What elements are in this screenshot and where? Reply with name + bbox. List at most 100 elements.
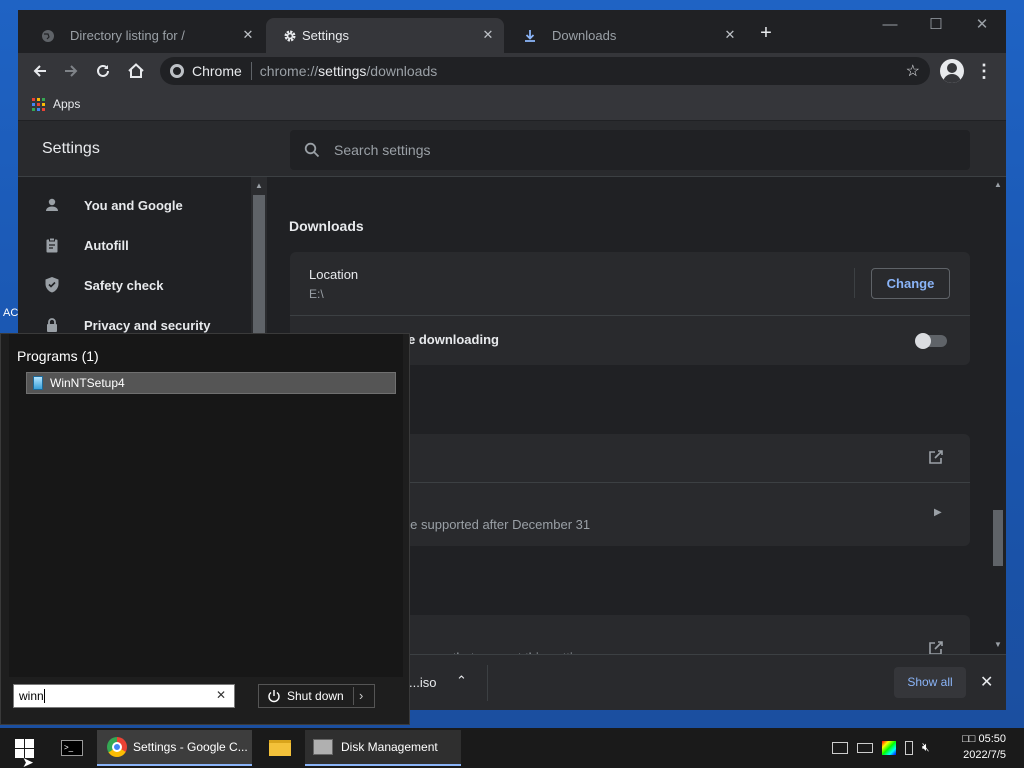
tab-settings[interactable]: Settings ✕: [266, 18, 504, 53]
url-prefix: chrome://: [259, 63, 319, 79]
clock[interactable]: □□ 05:50 2022/7/5: [958, 731, 1006, 763]
address-bar[interactable]: Chrome chrome://settings/downloads ☆: [160, 57, 930, 85]
program-result-item[interactable]: WinNTSetup4: [26, 372, 396, 394]
scrollbar-thumb[interactable]: [993, 510, 1003, 566]
divider: [854, 268, 855, 298]
ask-where-to-save-toggle[interactable]: [915, 333, 947, 349]
nav-label: Autofill: [84, 237, 129, 253]
open-in-new-icon[interactable]: [928, 449, 944, 470]
taskbar-console[interactable]: >_: [50, 730, 94, 766]
color-display-icon[interactable]: [882, 740, 896, 755]
taskbar: ➤ >_ Settings - Google C... Disk Managem…: [0, 728, 1024, 768]
scroll-up-arrow-icon[interactable]: ▲: [994, 180, 1002, 189]
tab-title: Settings: [302, 28, 349, 43]
tab-directory-listing[interactable]: Directory listing for / ✕: [24, 18, 264, 53]
start-search-input[interactable]: winn ✕: [13, 684, 235, 708]
omnibox-divider: [250, 62, 252, 80]
network-icon[interactable]: [832, 741, 848, 754]
taskbar-file-explorer[interactable]: [258, 730, 302, 766]
close-icon[interactable]: ✕: [722, 27, 738, 43]
shut-down-label: Shut down: [287, 689, 344, 703]
setup-file-icon: [33, 376, 43, 390]
settings-header: Settings Search settings: [18, 121, 1006, 177]
show-all-button[interactable]: Show all: [894, 667, 966, 698]
search-placeholder: Search settings: [334, 142, 431, 158]
url-path: /downloads: [366, 63, 438, 79]
forward-button[interactable]: [59, 59, 83, 83]
taskbar-chrome-settings[interactable]: Settings - Google C...: [97, 730, 252, 766]
change-location-button[interactable]: Change: [871, 268, 950, 299]
person-icon: [42, 195, 62, 215]
nav-label: Privacy and security: [84, 317, 211, 333]
chevron-up-icon[interactable]: ⌃: [456, 673, 467, 689]
taskbar-item-label: Disk Management: [341, 740, 438, 754]
divider: [487, 665, 488, 701]
new-tab-button[interactable]: +: [756, 23, 776, 43]
settings-title: Settings: [42, 140, 100, 157]
apps-shortcut[interactable]: Apps: [32, 97, 80, 111]
close-icon[interactable]: ✕: [240, 27, 256, 43]
taskbar-disk-management[interactable]: Disk Management: [305, 730, 461, 766]
clock-prefix: □□: [962, 733, 976, 745]
arrow-left-icon: [33, 65, 46, 77]
nav-you-and-google[interactable]: You and Google: [18, 185, 248, 225]
close-window-button[interactable]: ✕: [959, 10, 1005, 40]
globe-icon: [40, 28, 56, 44]
url-host: settings: [318, 63, 367, 79]
clear-search-icon[interactable]: ✕: [216, 688, 226, 702]
scroll-up-arrow-icon[interactable]: ▲: [255, 181, 263, 190]
search-text: winn: [19, 689, 44, 703]
mouse-cursor-icon: ➤: [22, 754, 34, 768]
volume-muted-icon[interactable]: 🔇︎: [922, 740, 930, 755]
tab-strip: Directory listing for / ✕ Settings ✕ Dow…: [18, 10, 1006, 53]
divider: [353, 687, 354, 705]
clipboard-icon: [42, 235, 62, 255]
reload-button[interactable]: [91, 59, 115, 83]
programs-heading: Programs (1): [17, 348, 99, 364]
chevron-right-icon[interactable]: ▶: [934, 507, 942, 518]
menu-button[interactable]: ⋮: [972, 59, 996, 83]
shut-down-button[interactable]: Shut down ›: [258, 684, 375, 708]
keyboard-icon[interactable]: [857, 742, 873, 753]
settings-search-input[interactable]: Search settings: [290, 130, 970, 170]
chevron-right-icon[interactable]: ›: [359, 688, 363, 703]
toggle-knob: [915, 333, 931, 349]
clock-time-row: □□ 05:50: [958, 731, 1006, 747]
program-name: WinNTSetup4: [50, 376, 125, 390]
tab-downloads[interactable]: Downloads ✕: [506, 18, 746, 53]
power-icon: [268, 690, 280, 703]
disk-management-icon: [313, 739, 333, 755]
clock-time: 05:50: [978, 733, 1006, 745]
apps-grid-icon: [32, 97, 45, 111]
site-label: Chrome: [192, 63, 242, 79]
nav-safety-check[interactable]: Safety check: [18, 265, 248, 305]
more-vert-icon: ⋮: [975, 61, 993, 81]
tab-title: Downloads: [552, 28, 617, 43]
apps-label: Apps: [53, 97, 81, 111]
star-icon[interactable]: ☆: [906, 61, 920, 81]
minimize-button[interactable]: —: [867, 10, 913, 40]
system-tray: 🔇︎: [832, 740, 930, 755]
close-icon[interactable]: ✕: [480, 27, 496, 43]
nav-autofill[interactable]: Autofill: [18, 225, 248, 265]
shield-icon: [42, 275, 62, 295]
main-scrollbar[interactable]: ▲ ▼: [990, 177, 1006, 654]
tab-title: Directory listing for /: [70, 28, 185, 43]
nav-label: You and Google: [84, 197, 183, 213]
text-caret: [43, 689, 45, 703]
lock-icon: [42, 315, 62, 335]
maximize-button[interactable]: ☐: [913, 10, 959, 40]
arrow-right-icon: [65, 65, 78, 77]
location-value: E:\: [309, 287, 324, 301]
profile-avatar[interactable]: [940, 59, 964, 83]
usb-drive-icon[interactable]: [905, 740, 913, 755]
nav-label: Safety check: [84, 277, 164, 293]
back-button[interactable]: [28, 59, 52, 83]
scroll-down-arrow-icon[interactable]: ▼: [994, 640, 1002, 649]
download-file-name[interactable]: ...iso: [409, 675, 436, 690]
home-button[interactable]: [124, 59, 148, 83]
bookmarks-bar: Apps: [18, 89, 1006, 121]
row-divider: [290, 315, 970, 316]
taskbar-item-label: Settings - Google C...: [133, 740, 248, 754]
close-shelf-icon[interactable]: ✕: [980, 672, 993, 692]
